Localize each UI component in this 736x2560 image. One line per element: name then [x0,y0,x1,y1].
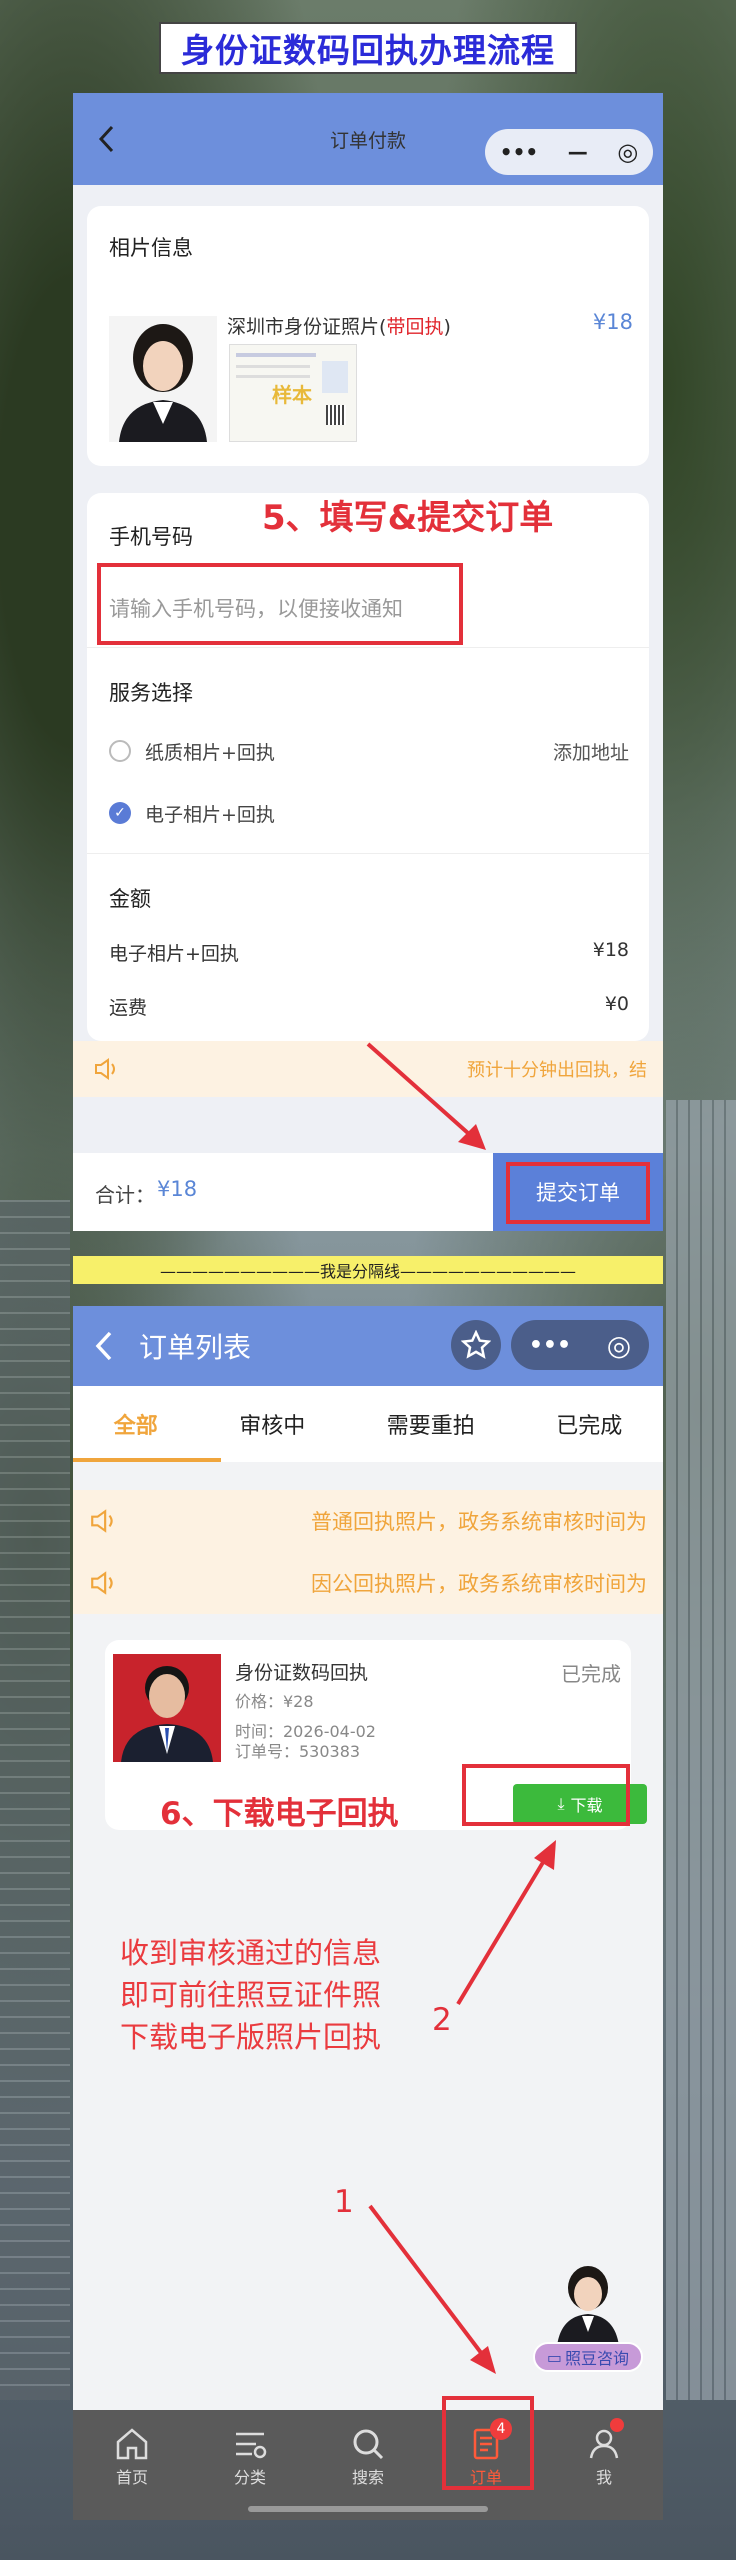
tabbar-search[interactable]: 搜索 [328,2424,408,2488]
nav-bar: 订单列表 ••• ◎ [73,1306,663,1386]
info-line-2: 即可前往照豆证件照 [120,1978,382,2012]
add-address-link[interactable]: 添加地址 [553,738,629,765]
minimize-icon[interactable]: — [568,140,588,164]
step-number-2: 2 [432,2002,452,2038]
nav-bar: 订单付款 ••• — ◎ [73,93,663,185]
submit-highlight [506,1162,650,1224]
tab-retake[interactable]: 需要重拍 [387,1408,475,1440]
banner-title: 身份证数码回执办理流程 [159,22,577,74]
tab-reviewing[interactable]: 审核中 [239,1408,305,1440]
arrow-to-submit [366,1042,486,1150]
arrow-to-orders [368,2204,496,2374]
home-indicator [248,2506,488,2512]
id-photo [109,316,217,442]
tab-completed[interactable]: 已完成 [556,1408,622,1440]
order-price: 价格：¥28 [235,1692,314,1711]
tab-bar: 全部 审核中 需要重拍 已完成 [73,1386,663,1462]
chat-icon: ▭ [546,2347,563,2367]
close-icon[interactable]: ◎ [617,138,638,166]
search-icon [353,2429,384,2460]
amount-heading: 金额 [109,887,151,911]
receipt-tag: 带回执 [386,316,444,338]
back-icon[interactable] [95,123,119,155]
consultant-avatar [553,2260,623,2346]
receipt-sample-image: 样本 [229,344,357,442]
capsule-menu[interactable]: ••• — ◎ [485,129,653,175]
order-title: 身份证数码回执 [235,1662,369,1684]
phone-input-highlight [97,563,463,645]
notice-bar: 普通回执照片，政务系统审核时间为 [73,1490,663,1552]
step5-label: 5、填写&提交订单 [262,498,554,538]
service-heading: 服务选择 [109,681,193,705]
speaker-icon [95,1058,115,1080]
more-icon[interactable]: ••• [529,1333,571,1358]
photo-info-card: 相片信息 深圳市身份证照片(带回执) ¥18 样本 [87,206,649,466]
page-title: 订单列表 [139,1331,252,1364]
building-left [0,1200,70,2400]
bottom-tabbar: 首页 分类 搜索 订单 4 我 [73,2410,663,2520]
notice-bar: 因公回执照片，政务系统审核时间为 [73,1552,663,1614]
product-name: 深圳市身份证照片(带回执) [227,316,451,338]
divider-bar: ——————————我是分隔线——————————— [73,1256,663,1284]
tabbar-home[interactable]: 首页 [92,2424,172,2488]
divider [87,853,649,854]
speaker-icon [91,1571,113,1595]
orders-tab-highlight [442,2396,534,2490]
order-thumbnail [113,1654,221,1762]
home-icon [116,2428,148,2460]
download-highlight [462,1764,630,1826]
order-number: 订单号：530383 [235,1742,361,1761]
service-option-electronic[interactable]: ✓ 电子相片+回执 [109,795,629,831]
service-option-paper[interactable]: 纸质相片+回执 添加地址 [109,733,629,769]
info-line-3: 下载电子版照片回执 [120,2020,382,2054]
tabbar-me[interactable]: 我 [564,2418,644,2488]
step6-label: 6、下载电子回执 [160,1796,399,1832]
star-icon [461,1330,491,1359]
phone-heading: 手机号码 [109,525,193,549]
radio-checked-icon[interactable]: ✓ [109,802,131,824]
speaker-icon [91,1509,113,1533]
divider [87,647,649,648]
order-status: 已完成 [561,1662,621,1686]
sample-stamp: 样本 [272,383,312,407]
notification-dot [610,2418,624,2432]
consult-label-pill: ▭ 照豆咨询 [533,2342,643,2372]
amount-row: 运费 ¥0 [109,993,629,1019]
consult-widget[interactable]: ▭ 照豆咨询 [533,2260,643,2380]
tabbar-category[interactable]: 分类 [210,2424,290,2488]
radio-unchecked-icon[interactable] [109,740,131,762]
info-line-1: 收到审核通过的信息 [120,1936,382,1970]
capsule-menu[interactable]: ••• ◎ [511,1320,649,1370]
step-number-1: 1 [334,2184,354,2220]
photo-info-heading: 相片信息 [109,236,193,260]
back-icon[interactable] [93,1330,115,1362]
tab-all[interactable]: 全部 [114,1408,158,1440]
more-icon[interactable]: ••• [500,140,538,164]
building-right [666,1100,736,2400]
amount-row: 电子相片+回执 ¥18 [109,939,629,965]
close-icon[interactable]: ◎ [607,1329,631,1362]
total-value: ¥18 [157,1177,198,1201]
page-title: 订单付款 [329,129,406,152]
favorite-button[interactable] [451,1320,501,1370]
arrow-to-download [456,1840,556,2006]
total-label: 合计： [95,1183,155,1207]
product-price: ¥18 [592,310,633,334]
category-icon [236,2432,267,2459]
active-tab-indicator [73,1458,221,1462]
